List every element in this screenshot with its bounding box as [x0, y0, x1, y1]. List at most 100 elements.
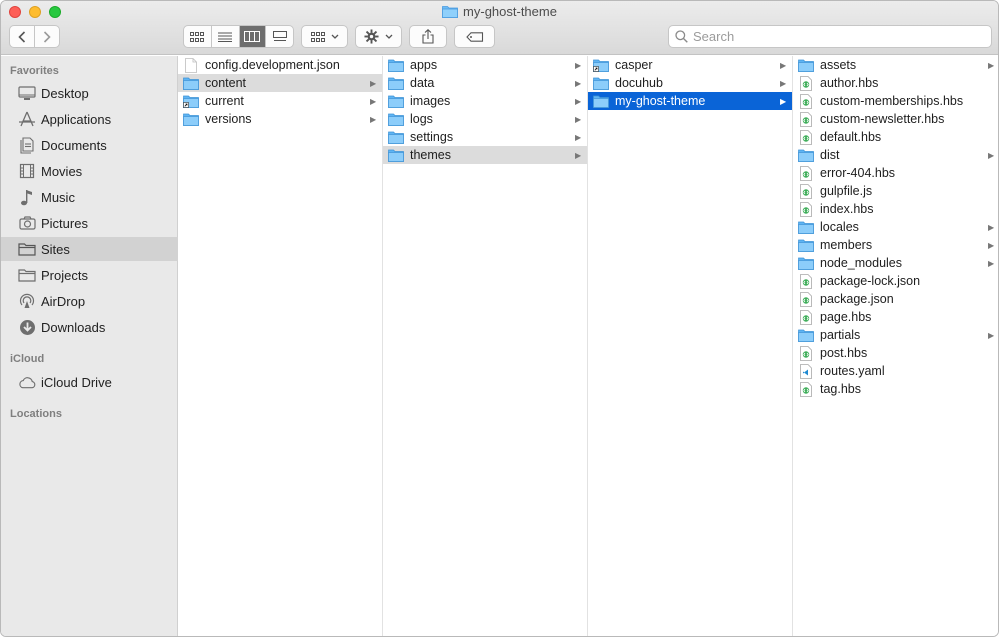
gallery-view-button[interactable] — [266, 26, 293, 47]
code-file-icon — [798, 111, 814, 127]
sidebar-item-airdrop[interactable]: AirDrop — [1, 289, 178, 313]
file-row-custom-newsletter-hbs[interactable]: custom-newsletter.hbs — [793, 110, 998, 128]
folder-icon — [798, 256, 814, 270]
disclosure-arrow-icon: ▶ — [988, 60, 995, 70]
file-row-routes-yaml[interactable]: routes.yaml — [793, 362, 998, 380]
sidebar-item-movies[interactable]: Movies — [1, 159, 178, 183]
file-row-current[interactable]: current ▶ — [178, 92, 382, 110]
file-row-members[interactable]: members ▶ — [793, 236, 998, 254]
disclosure-arrow-icon: ▶ — [988, 150, 995, 160]
file-row-label: config.development.json — [205, 58, 340, 72]
file-row-package-lock-json[interactable]: package-lock.json — [793, 272, 998, 290]
action-menu-button[interactable] — [355, 25, 402, 48]
group-by-button[interactable] — [301, 25, 348, 48]
file-row-default-hbs[interactable]: default.hbs — [793, 128, 998, 146]
file-row-label: logs — [410, 112, 433, 126]
file-row-partials[interactable]: partials ▶ — [793, 326, 998, 344]
file-row-themes[interactable]: themes ▶ — [383, 146, 587, 164]
documents-icon — [18, 136, 36, 154]
code-file-icon — [798, 345, 814, 361]
code-file-icon — [798, 75, 814, 91]
file-row-node-modules[interactable]: node_modules ▶ — [793, 254, 998, 272]
file-row-images[interactable]: images ▶ — [383, 92, 587, 110]
sidebar-item-desktop[interactable]: Desktop — [1, 81, 178, 105]
file-row-label: author.hbs — [820, 76, 879, 90]
folder-icon — [183, 76, 199, 90]
file-row-page-hbs[interactable]: page.hbs — [793, 308, 998, 326]
file-row-label: locales — [820, 220, 859, 234]
code-file-icon — [798, 129, 814, 145]
file-row-docuhub[interactable]: docuhub ▶ — [588, 74, 792, 92]
file-row-versions[interactable]: versions ▶ — [178, 110, 382, 128]
sidebar-item-label: iCloud Drive — [41, 374, 112, 390]
forward-button[interactable] — [35, 26, 59, 47]
file-row-settings[interactable]: settings ▶ — [383, 128, 587, 146]
toolbar: my-ghost-theme — [1, 1, 998, 55]
file-row-logs[interactable]: logs ▶ — [383, 110, 587, 128]
file-row-label: package-lock.json — [820, 274, 921, 288]
disclosure-arrow-icon: ▶ — [780, 96, 787, 106]
file-row-apps[interactable]: apps ▶ — [383, 56, 587, 74]
file-row-config-development-json[interactable]: config.development.json — [178, 56, 382, 74]
sidebar-item-downloads[interactable]: Downloads — [1, 315, 178, 339]
folder-icon — [442, 5, 458, 18]
file-row-author-hbs[interactable]: author.hbs — [793, 74, 998, 92]
folder-icon — [798, 148, 814, 162]
file-row-tag-hbs[interactable]: tag.hbs — [793, 380, 998, 398]
search-input[interactable] — [693, 29, 963, 44]
sidebar-item-icloud-drive[interactable]: iCloud Drive — [1, 370, 178, 394]
folder-icon — [183, 112, 199, 126]
browser-column-3: casper ▶ docuhub ▶ my-ghost-theme ▶ — [588, 56, 793, 636]
list-view-button[interactable] — [212, 26, 240, 47]
file-row-casper[interactable]: casper ▶ — [588, 56, 792, 74]
gallery-view-icon — [272, 31, 287, 41]
list-view-icon — [218, 32, 233, 42]
file-row-package-json[interactable]: package.json — [793, 290, 998, 308]
file-row-index-hbs[interactable]: index.hbs — [793, 200, 998, 218]
icon-view-button[interactable] — [184, 26, 212, 47]
file-row-dist[interactable]: dist ▶ — [793, 146, 998, 164]
file-row-label: error-404.hbs — [820, 166, 896, 180]
column-view-button[interactable] — [239, 26, 267, 47]
window-title-text: my-ghost-theme — [463, 4, 557, 19]
sidebar-item-documents[interactable]: Documents — [1, 133, 178, 157]
disclosure-arrow-icon: ▶ — [988, 240, 995, 250]
sidebar-item-applications[interactable]: Applications — [1, 107, 178, 131]
disclosure-arrow-icon: ▶ — [370, 96, 377, 106]
icon-view-icon — [190, 31, 205, 42]
view-mode-segmented-control — [183, 25, 294, 48]
disclosure-arrow-icon: ▶ — [575, 114, 582, 124]
file-row-label: assets — [820, 58, 857, 72]
tags-button[interactable] — [454, 25, 495, 48]
back-button[interactable] — [10, 26, 35, 47]
sidebar-item-sites[interactable]: Sites — [1, 237, 178, 261]
file-row-content[interactable]: content ▶ — [178, 74, 382, 92]
file-row-label: gulpfile.js — [820, 184, 873, 198]
file-row-label: page.hbs — [820, 310, 872, 324]
folder-icon — [593, 76, 609, 90]
file-row-label: images — [410, 94, 451, 108]
disclosure-arrow-icon: ▶ — [988, 222, 995, 232]
file-row-label: dist — [820, 148, 840, 162]
disclosure-arrow-icon: ▶ — [988, 258, 995, 268]
file-row-error-404-hbs[interactable]: error-404.hbs — [793, 164, 998, 182]
file-row-assets[interactable]: assets ▶ — [793, 56, 998, 74]
folder-icon — [798, 238, 814, 252]
file-row-data[interactable]: data ▶ — [383, 74, 587, 92]
search-icon — [675, 30, 688, 43]
sidebar-item-pictures[interactable]: Pictures — [1, 211, 178, 235]
sidebar-item-music[interactable]: Music — [1, 185, 178, 209]
search-field[interactable] — [668, 25, 992, 48]
tag-icon — [465, 31, 483, 42]
file-row-post-hbs[interactable]: post.hbs — [793, 344, 998, 362]
code-file-icon — [798, 201, 814, 217]
file-row-gulpfile-js[interactable]: gulpfile.js — [793, 182, 998, 200]
file-row-custom-memberships-hbs[interactable]: custom-memberships.hbs — [793, 92, 998, 110]
file-row-label: partials — [820, 328, 861, 342]
sidebar-item-projects[interactable]: Projects — [1, 263, 178, 287]
sidebar-item-label: Applications — [41, 111, 112, 127]
file-row-locales[interactable]: locales ▶ — [793, 218, 998, 236]
file-row-label: index.hbs — [820, 202, 874, 216]
share-button[interactable] — [409, 25, 447, 48]
file-row-my-ghost-theme[interactable]: my-ghost-theme ▶ — [588, 92, 792, 110]
